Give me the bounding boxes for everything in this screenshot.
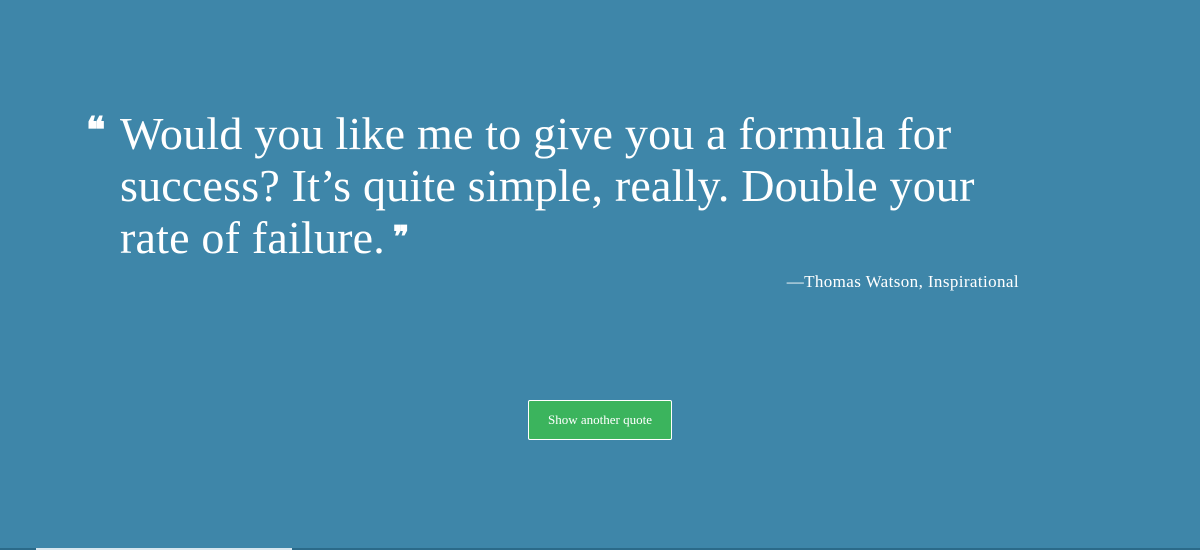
show-another-quote-button[interactable]: Show another quote (528, 400, 672, 440)
open-quote-icon: ❝ (86, 109, 106, 151)
quote-text-container: Would you like me to give you a formula … (120, 108, 1046, 264)
quote-block: ❝ Would you like me to give you a formul… (86, 108, 1046, 264)
close-quote-icon: ❞ (392, 220, 410, 255)
quote-page: ❝ Would you like me to give you a formul… (0, 0, 1200, 550)
quote-text: Would you like me to give you a formula … (120, 108, 975, 263)
quote-attribution: —Thomas Watson, Inspirational (786, 272, 1019, 291)
